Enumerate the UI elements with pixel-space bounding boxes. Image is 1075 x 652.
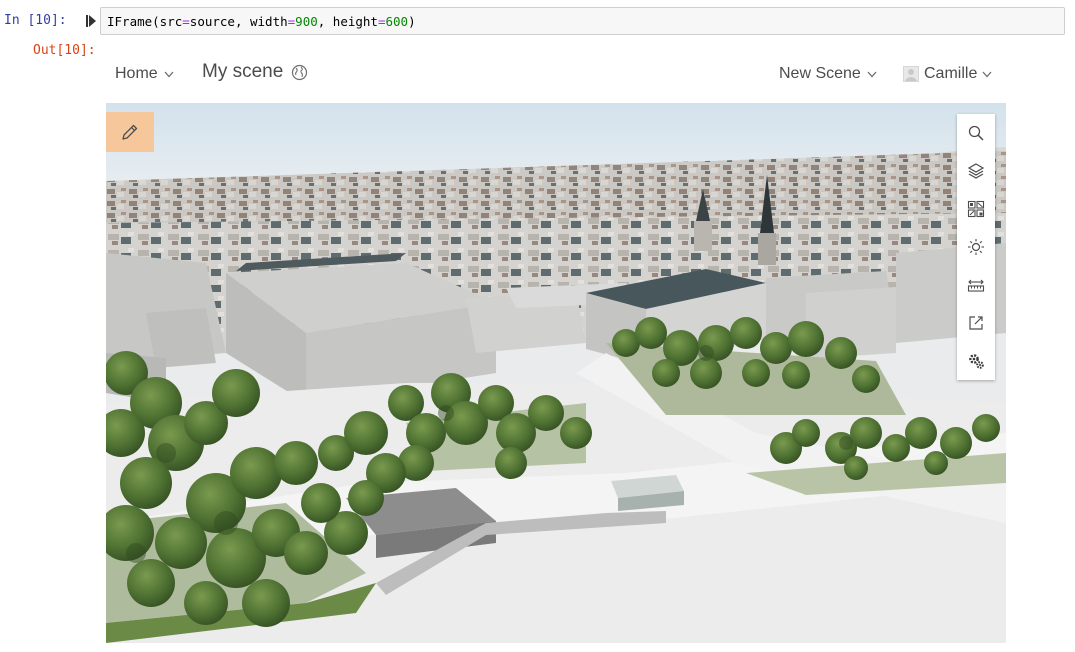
- city-3d-render: [106, 103, 1006, 643]
- search-icon: [968, 125, 984, 141]
- edit-button[interactable]: [106, 112, 154, 152]
- chevron-down-icon: [867, 71, 877, 77]
- search-tool[interactable]: [957, 114, 995, 152]
- sun-icon: [968, 239, 984, 255]
- run-cell-icon[interactable]: [86, 15, 96, 27]
- user-name: Camille: [924, 65, 978, 82]
- gears-icon: [969, 354, 984, 369]
- share-icon: [969, 316, 983, 330]
- scene-toolbar: [957, 114, 995, 380]
- scene-view[interactable]: [106, 103, 1006, 643]
- scene-viewer-header: Home My scene New Scene Camille: [106, 56, 1006, 102]
- scene-title: My scene: [202, 61, 308, 83]
- new-scene-menu[interactable]: New Scene: [779, 65, 877, 83]
- new-scene-label: New Scene: [779, 65, 861, 82]
- input-prompt: In [10]:: [4, 13, 67, 28]
- output-prompt: Out[10]:: [33, 43, 96, 58]
- layers-icon: [967, 163, 985, 179]
- home-label: Home: [115, 65, 158, 82]
- measure-tool[interactable]: [957, 266, 995, 304]
- chevron-down-icon: [982, 71, 992, 77]
- pencil-icon: [122, 124, 138, 140]
- globe-icon[interactable]: [291, 64, 308, 81]
- scene-title-text: My scene: [202, 61, 284, 82]
- user-menu[interactable]: Camille: [903, 65, 992, 83]
- layers-tool[interactable]: [957, 152, 995, 190]
- measure-icon: [967, 279, 985, 292]
- home-menu[interactable]: Home: [115, 65, 174, 83]
- share-tool[interactable]: [957, 304, 995, 342]
- settings-tool[interactable]: [957, 342, 995, 380]
- basemap-gallery-icon: [967, 200, 985, 218]
- basemap-tool[interactable]: [957, 190, 995, 228]
- daylight-tool[interactable]: [957, 228, 995, 266]
- chevron-down-icon: [164, 71, 174, 77]
- code-text: IFrame(src=source, width=900, height=600…: [107, 14, 416, 29]
- code-cell[interactable]: IFrame(src=source, width=900, height=600…: [100, 7, 1065, 35]
- avatar: [903, 66, 919, 82]
